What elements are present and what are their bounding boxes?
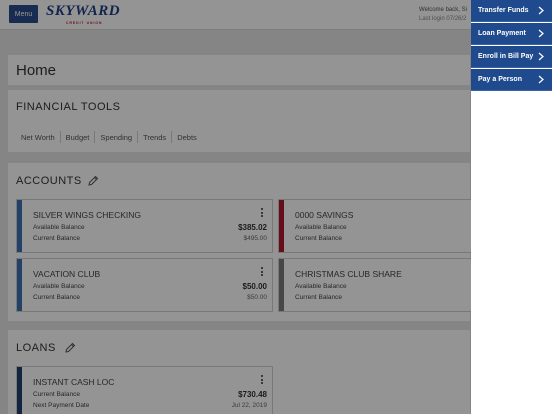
loan-payment-button[interactable]: Loan Payment: [471, 23, 552, 45]
modal-overlay[interactable]: [0, 0, 471, 414]
chevron-right-icon: [538, 29, 544, 38]
pay-a-person-button[interactable]: Pay a Person: [471, 69, 552, 91]
enroll-bill-pay-label: Enroll in Bill Pay: [478, 53, 534, 60]
quick-actions-panel: Transfer Funds Loan Payment Enroll in Bi…: [471, 0, 552, 414]
chevron-right-icon: [538, 75, 544, 84]
transfer-funds-button[interactable]: Transfer Funds: [471, 0, 552, 22]
loan-payment-label: Loan Payment: [478, 30, 526, 37]
pay-a-person-label: Pay a Person: [478, 76, 522, 83]
enroll-bill-pay-button[interactable]: Enroll in Bill Pay: [471, 46, 552, 68]
chevron-right-icon: [538, 6, 544, 15]
chevron-right-icon: [538, 52, 544, 61]
transfer-funds-label: Transfer Funds: [478, 7, 529, 14]
